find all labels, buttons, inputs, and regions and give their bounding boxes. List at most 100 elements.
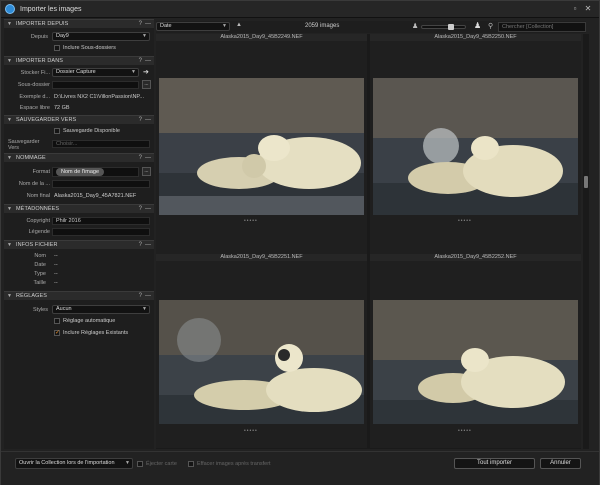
thumbnail-photo[interactable] bbox=[159, 300, 364, 424]
help-icon[interactable]: ? bbox=[139, 206, 142, 212]
thumbnail-cell[interactable]: Alaska2015_Day9_45B2249.NEF ••••• bbox=[156, 34, 367, 254]
thumbnail-filename: Alaska2015_Day9_45B2250.NEF bbox=[370, 34, 581, 41]
minus-icon[interactable]: — bbox=[145, 117, 151, 123]
include-subfolders-checkbox[interactable] bbox=[54, 45, 60, 51]
search-input[interactable]: Chercher [Collection] bbox=[498, 22, 586, 32]
section-title: MÉTADONNÉES bbox=[16, 206, 60, 212]
rating-dots[interactable]: ••••• bbox=[458, 218, 472, 224]
scrollbar-thumb[interactable] bbox=[584, 176, 588, 188]
maximize-icon[interactable]: ▫ bbox=[570, 4, 580, 14]
copyright-label: Copyright bbox=[26, 218, 50, 224]
help-icon[interactable]: ? bbox=[139, 293, 142, 299]
slider-handle[interactable] bbox=[448, 24, 454, 30]
eject-card-checkbox[interactable] bbox=[137, 461, 143, 467]
espace-label: Espace libre bbox=[19, 105, 50, 111]
collapse-triangle-icon: ▼ bbox=[7, 242, 12, 248]
thumbnail-photo[interactable] bbox=[373, 300, 578, 424]
import-window: Importer les images ▫ ✕ ▼ IMPORTER DEPUI… bbox=[0, 0, 600, 485]
stocker-select[interactable]: Dossier Capture ▼ bbox=[52, 68, 139, 77]
section-importer-dans[interactable]: ▼ IMPORTER DANS ? — bbox=[4, 56, 154, 65]
large-person-icon: ♟ bbox=[474, 21, 482, 30]
minus-icon[interactable]: — bbox=[145, 58, 151, 64]
chevron-down-icon: ▼ bbox=[222, 23, 227, 29]
section-title: SAUVEGARDER VERS bbox=[16, 117, 77, 123]
import-all-button[interactable]: Tout importer bbox=[454, 458, 535, 469]
format-label: Format bbox=[32, 169, 50, 175]
legende-label: Légende bbox=[28, 229, 50, 235]
auto-adjust-label: Réglage automatique bbox=[63, 318, 116, 324]
info-value: -- bbox=[54, 262, 58, 268]
thumbnail-grid: Alaska2015_Day9_45B2249.NEF ••••• Alaska… bbox=[156, 34, 581, 449]
section-sauvegarder-vers[interactable]: ▼ SAUVEGARDER VERS ? — bbox=[4, 115, 154, 124]
copyright-field[interactable]: Philr 2016 bbox=[52, 217, 150, 225]
format-menu-button[interactable]: ... bbox=[142, 167, 151, 176]
format-token[interactable]: Nom de l'image bbox=[56, 168, 105, 176]
rating-dots[interactable]: ••••• bbox=[244, 428, 258, 434]
legende-field[interactable] bbox=[52, 228, 150, 236]
thumbnail-photo[interactable] bbox=[159, 78, 364, 215]
help-icon[interactable]: ? bbox=[139, 117, 142, 123]
info-label: Date bbox=[34, 262, 46, 268]
chevron-down-icon: ▼ bbox=[131, 69, 136, 75]
include-subfolders-label: Inclure Sous-dossiers bbox=[63, 45, 116, 51]
thumbnail-cell[interactable]: Alaska2015_Day9_45B2250.NEF ••••• bbox=[370, 34, 581, 254]
info-value: -- bbox=[54, 253, 58, 259]
minus-icon[interactable]: — bbox=[145, 242, 151, 248]
chevron-down-icon: ▼ bbox=[142, 306, 147, 312]
polar-bears-image bbox=[159, 78, 364, 215]
arrow-right-icon[interactable]: ➔ bbox=[143, 68, 149, 76]
grid-scrollbar[interactable] bbox=[583, 34, 589, 449]
include-existing-checkbox[interactable] bbox=[54, 329, 60, 336]
choose-field[interactable]: Choisir... bbox=[52, 140, 150, 148]
section-title: RÉGLAGES bbox=[16, 293, 48, 299]
browse-button[interactable]: ... bbox=[142, 80, 151, 89]
browser-toolbar: Date ▼ ▲ 2059 images ♟ ♟ ⚲ Chercher [Coll… bbox=[156, 21, 586, 33]
cancel-button[interactable]: Annuler bbox=[540, 458, 581, 469]
thumbnail-cell[interactable]: Alaska2015_Day9_45B2252.NEF ••••• bbox=[370, 254, 581, 448]
section-infos-fichier[interactable]: ▼ INFOS FICHIER ? — bbox=[4, 240, 154, 249]
help-icon[interactable]: ? bbox=[139, 58, 142, 64]
minus-icon[interactable]: — bbox=[145, 206, 151, 212]
open-collection-select[interactable]: Ouvrir la Collection lors de l'importati… bbox=[15, 458, 133, 469]
info-value: -- bbox=[54, 271, 58, 277]
section-nommage[interactable]: ▼ NOMMAGE ? — bbox=[4, 153, 154, 162]
sort-direction-icon[interactable]: ▲ bbox=[236, 22, 242, 28]
title-bar: Importer les images ▫ ✕ bbox=[1, 1, 599, 18]
help-icon[interactable]: ? bbox=[139, 21, 142, 27]
small-person-icon: ♟ bbox=[412, 23, 419, 30]
close-icon[interactable]: ✕ bbox=[583, 4, 593, 14]
polar-bears-image bbox=[373, 300, 578, 424]
sous-dossier-field[interactable] bbox=[52, 81, 139, 89]
minus-icon[interactable]: — bbox=[145, 21, 151, 27]
help-icon[interactable]: ? bbox=[139, 242, 142, 248]
sort-select[interactable]: Date ▼ bbox=[156, 22, 230, 31]
delete-after-label: Effacer images après transfert bbox=[197, 461, 271, 467]
exemple-label: Exemple d... bbox=[19, 94, 50, 100]
auto-adjust-checkbox[interactable] bbox=[54, 318, 60, 324]
thumbnail-cell[interactable]: Alaska2015_Day9_45B2251.NEF ••••• bbox=[156, 254, 367, 448]
espace-value: 72 GB bbox=[54, 105, 70, 111]
section-title: IMPORTER DANS bbox=[16, 58, 64, 64]
nom-final-value: Alaska2015_Day9_45A7821.NEF bbox=[54, 193, 137, 199]
section-metadonnees[interactable]: ▼ MÉTADONNÉES ? — bbox=[4, 204, 154, 213]
rating-dots[interactable]: ••••• bbox=[458, 428, 472, 434]
rating-dots[interactable]: ••••• bbox=[244, 218, 258, 224]
section-reglages[interactable]: ▼ RÉGLAGES ? — bbox=[4, 291, 154, 300]
section-importer-depuis[interactable]: ▼ IMPORTER DEPUIS ? — bbox=[4, 19, 154, 28]
format-field[interactable]: Nom de l'image bbox=[52, 167, 139, 177]
depuis-select[interactable]: Day9 ▼ bbox=[52, 32, 150, 41]
nom-job-label: Nom de la ... bbox=[18, 181, 50, 187]
thumbnail-photo[interactable] bbox=[373, 78, 578, 215]
thumbnail-size-slider[interactable] bbox=[421, 24, 466, 30]
section-title: IMPORTER DEPUIS bbox=[16, 21, 69, 27]
nom-job-field[interactable] bbox=[52, 180, 150, 188]
styles-select[interactable]: Aucun ▼ bbox=[52, 305, 150, 314]
minus-icon[interactable]: — bbox=[145, 155, 151, 161]
backup-checkbox[interactable] bbox=[54, 128, 60, 134]
delete-after-checkbox[interactable] bbox=[188, 461, 194, 467]
minus-icon[interactable]: — bbox=[145, 293, 151, 299]
help-icon[interactable]: ? bbox=[139, 155, 142, 161]
search-icon[interactable]: ⚲ bbox=[488, 22, 493, 30]
eject-card-label: Éjecter carte bbox=[146, 461, 177, 467]
depuis-label: Depuis bbox=[30, 34, 48, 40]
